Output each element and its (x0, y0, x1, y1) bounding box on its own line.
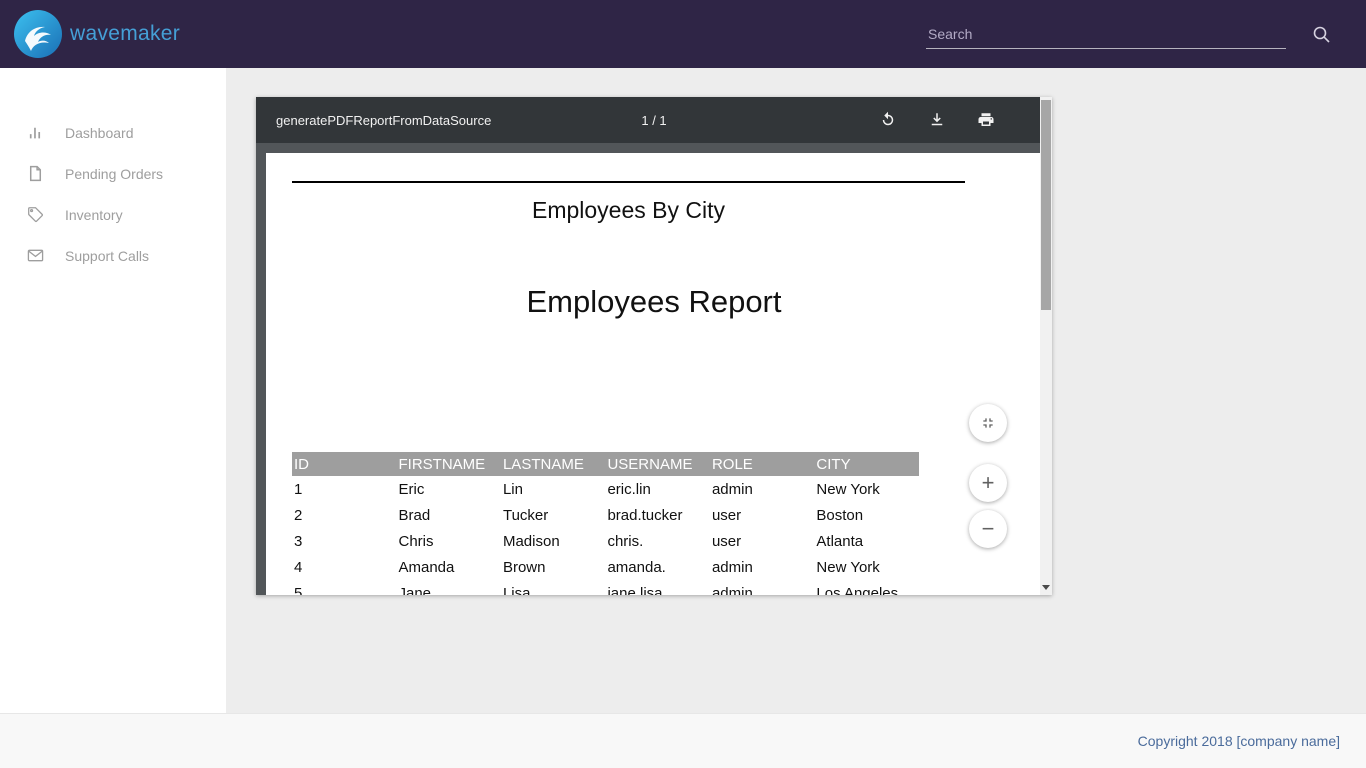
sidebar-item-label: Pending Orders (65, 166, 163, 182)
table-cell: admin (710, 481, 814, 498)
wavemaker-logo[interactable]: wavemaker (14, 10, 180, 58)
main-content: generatePDFReportFromDataSource 1 / 1 (226, 68, 1366, 713)
sidebar-item-label: Inventory (65, 207, 123, 223)
report-title: Employees Report (266, 284, 1042, 320)
table-cell: eric.lin (605, 481, 709, 498)
table-cell: admin (710, 585, 814, 596)
pdf-scrollbar[interactable] (1040, 97, 1052, 595)
bar-chart-icon (26, 124, 44, 141)
pdf-title: generatePDFReportFromDataSource (276, 113, 491, 128)
table-cell: Boston (814, 507, 918, 524)
sidebar-item-inventory[interactable]: Inventory (0, 194, 226, 235)
table-header-cell: ID (292, 456, 396, 473)
sidebar-item-dashboard[interactable]: Dashboard (0, 112, 226, 153)
table-cell: Eric (396, 481, 500, 498)
table-cell: user (710, 533, 814, 550)
table-cell: Tucker (501, 507, 605, 524)
table-cell: Chris (396, 533, 500, 550)
fit-screen-icon (980, 415, 996, 431)
table-cell: New York (814, 559, 918, 576)
pdf-viewer-body: Employees By City Employees Report ID FI… (256, 143, 1052, 595)
download-button[interactable] (927, 110, 947, 130)
table-cell: 4 (292, 559, 396, 576)
table-header-row: ID FIRSTNAME LASTNAME USERNAME ROLE CITY (292, 452, 919, 476)
envelope-icon (26, 248, 44, 263)
scroll-down-button[interactable] (1040, 580, 1052, 595)
table-cell: 1 (292, 481, 396, 498)
app-footer: Copyright 2018 [company name] (0, 713, 1366, 768)
table-header-cell: USERNAME (605, 456, 709, 473)
pdf-toolbar-actions (878, 110, 996, 130)
report-table: ID FIRSTNAME LASTNAME USERNAME ROLE CITY… (292, 452, 919, 595)
brand-name: wavemaker (70, 22, 180, 46)
table-cell: 5 (292, 585, 396, 596)
table-cell: Jane (396, 585, 500, 596)
sidebar-item-support-calls[interactable]: Support Calls (0, 235, 226, 276)
sidebar-item-pending-orders[interactable]: Pending Orders (0, 153, 226, 194)
report-divider (292, 181, 965, 183)
page-indicator: 1 / 1 (641, 113, 666, 128)
sidebar-item-label: Support Calls (65, 248, 149, 264)
search-icon[interactable] (1312, 25, 1330, 43)
table-cell: Madison (501, 533, 605, 550)
sidebar: Dashboard Pending Orders Inventory Suppo… (0, 68, 226, 713)
wavemaker-logo-icon (14, 10, 62, 58)
table-row: 1 Eric Lin eric.lin admin New York (292, 476, 919, 502)
table-cell: Lisa (501, 585, 605, 596)
table-cell: Atlanta (814, 533, 918, 550)
print-icon (977, 111, 995, 129)
table-cell: Amanda (396, 559, 500, 576)
table-cell: 2 (292, 507, 396, 524)
pdf-page: Employees By City Employees Report ID FI… (266, 153, 1042, 595)
table-header-cell: ROLE (710, 456, 814, 473)
print-button[interactable] (976, 110, 996, 130)
table-row: 5 Jane Lisa jane.lisa admin Los Angeles (292, 580, 919, 595)
scrollbar-thumb[interactable] (1041, 100, 1051, 310)
table-cell: 3 (292, 533, 396, 550)
table-cell: Lin (501, 481, 605, 498)
table-cell: admin (710, 559, 814, 576)
document-icon (26, 165, 44, 182)
tag-icon (26, 206, 44, 223)
table-cell: jane.lisa (605, 585, 709, 596)
table-header-cell: FIRSTNAME (396, 456, 500, 473)
table-row: 2 Brad Tucker brad.tucker user Boston (292, 502, 919, 528)
table-cell: Los Angeles (814, 585, 918, 596)
search-input[interactable] (926, 20, 1286, 49)
table-cell: chris. (605, 533, 709, 550)
pdf-viewer: generatePDFReportFromDataSource 1 / 1 (256, 97, 1052, 595)
table-header-cell: LASTNAME (501, 456, 605, 473)
table-cell: Brad (396, 507, 500, 524)
table-row: 3 Chris Madison chris. user Atlanta (292, 528, 919, 554)
table-cell: Brown (501, 559, 605, 576)
rotate-button[interactable] (878, 110, 898, 130)
zoom-in-button[interactable]: + (969, 464, 1007, 502)
table-header-cell: CITY (814, 456, 918, 473)
app-header: wavemaker (0, 0, 1366, 68)
pdf-toolbar: generatePDFReportFromDataSource 1 / 1 (256, 97, 1052, 143)
table-cell: amanda. (605, 559, 709, 576)
table-row: 4 Amanda Brown amanda. admin New York (292, 554, 919, 580)
copyright-text: Copyright 2018 [company name] (1138, 733, 1340, 749)
sidebar-item-label: Dashboard (65, 125, 134, 141)
table-cell: user (710, 507, 814, 524)
rotate-icon (879, 111, 897, 129)
table-cell: brad.tucker (605, 507, 709, 524)
download-icon (928, 111, 946, 129)
report-subtitle: Employees By City (292, 197, 965, 224)
zoom-fit-button[interactable] (969, 404, 1007, 442)
header-search (926, 20, 1330, 49)
chevron-down-icon (1042, 585, 1050, 590)
zoom-out-button[interactable]: − (969, 510, 1007, 548)
table-cell: New York (814, 481, 918, 498)
